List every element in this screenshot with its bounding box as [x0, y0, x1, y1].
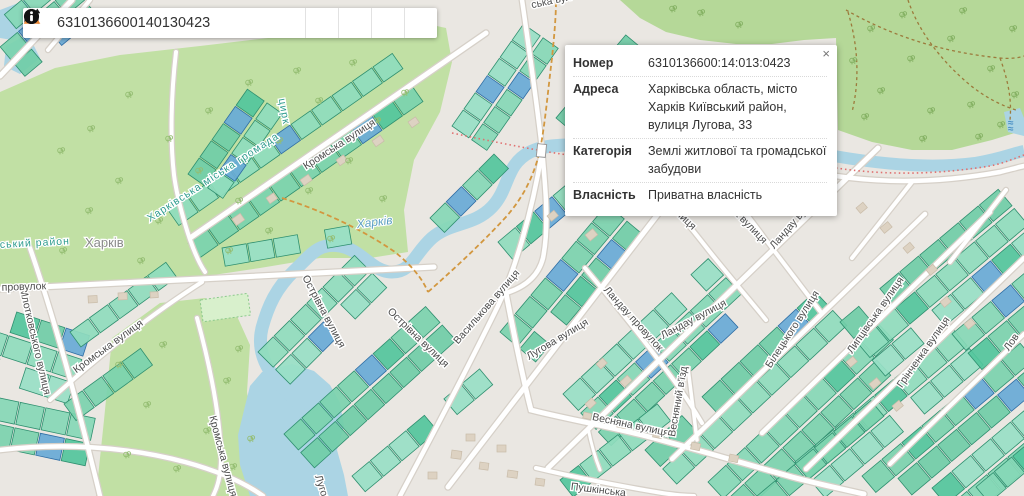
- row-value: 6310136600:14:013:0423: [648, 54, 827, 72]
- bridge-icon: [536, 144, 546, 158]
- download-button[interactable]: [305, 8, 338, 38]
- row-label: Власність: [573, 186, 648, 204]
- refresh-button[interactable]: [371, 8, 404, 38]
- row-value: Приватна власність: [648, 186, 827, 204]
- building: [497, 445, 506, 452]
- map-application: ≈≈Кромська вулицяКромська вулицяКромська…: [0, 0, 1024, 496]
- parcel[interactable]: [16, 402, 45, 429]
- row-value: Харківська область, місто Харків Київськ…: [648, 80, 827, 134]
- close-icon[interactable]: ×: [822, 47, 830, 60]
- building: [507, 470, 518, 478]
- building: [691, 442, 701, 451]
- info-button[interactable]: [404, 8, 437, 38]
- search-bar: [23, 8, 437, 38]
- row-value: Землі житлової та громадської забудови: [648, 142, 827, 178]
- building: [583, 412, 592, 420]
- street-label: провулок: [1, 280, 46, 294]
- building: [118, 293, 127, 300]
- building: [479, 462, 489, 470]
- info-icon: [23, 8, 40, 25]
- place-label-city: Харків: [85, 235, 124, 250]
- popup-row-category: Категорія Землі житлової та громадської …: [573, 139, 827, 183]
- building: [466, 434, 475, 441]
- search-input[interactable]: [57, 15, 305, 31]
- row-label: Категорія: [573, 142, 648, 178]
- popup-row-number: Номер 6310136600:14:013:0423: [573, 51, 827, 77]
- building: [451, 450, 462, 459]
- building: [150, 292, 158, 298]
- row-label: Адреса: [573, 80, 648, 134]
- parcel[interactable]: [41, 408, 70, 435]
- building: [535, 478, 545, 486]
- row-label: Номер: [573, 54, 648, 72]
- building: [428, 472, 437, 479]
- toolbar: [305, 8, 437, 38]
- warning-button[interactable]: [338, 8, 371, 38]
- building: [88, 296, 97, 303]
- map-canvas[interactable]: ≈≈Кромська вулицяКромська вулицяКромська…: [0, 0, 1024, 496]
- popup-row-address: Адреса Харківська область, місто Харків …: [573, 77, 827, 139]
- spring-icon: ≈: [1008, 124, 1014, 135]
- parcel[interactable]: [248, 239, 275, 261]
- building: [729, 454, 739, 463]
- popup-row-ownership: Власність Приватна власність: [573, 183, 827, 208]
- parcel[interactable]: [222, 244, 249, 266]
- parcel[interactable]: [273, 235, 300, 257]
- info-popup: × Номер 6310136600:14:013:0423 Адреса Ха…: [565, 45, 837, 216]
